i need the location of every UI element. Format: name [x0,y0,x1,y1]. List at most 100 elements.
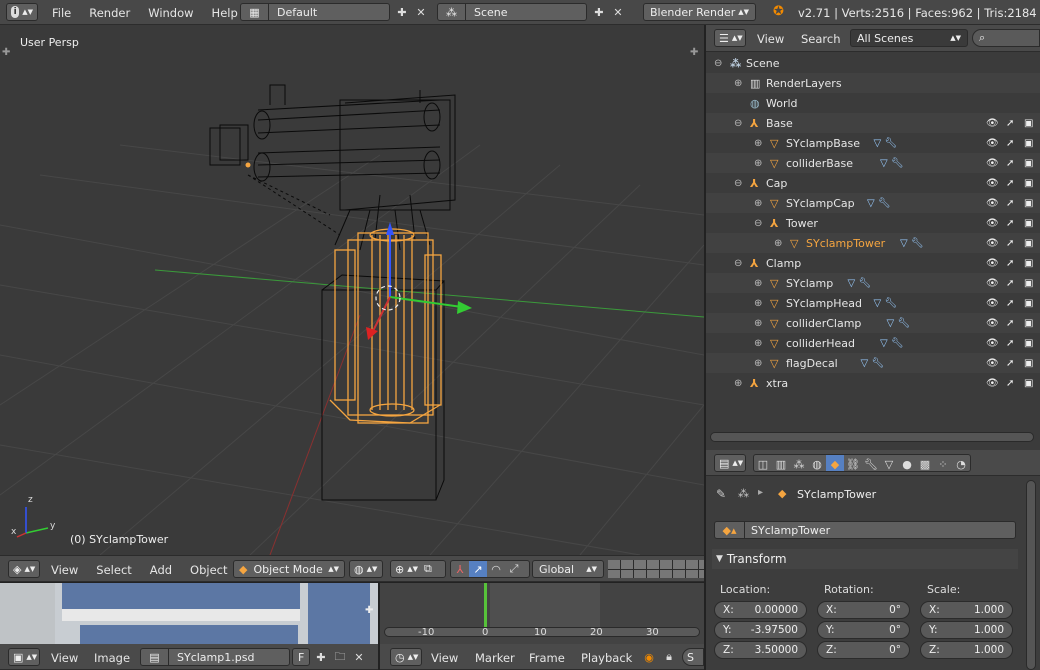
rotation-x-field[interactable]: X: 0° [817,601,910,619]
new-image-button[interactable]: ✚ [312,648,330,666]
current-frame-line[interactable] [484,583,487,627]
render-camera-icon[interactable]: ▣ [1024,158,1033,169]
selectable-cursor-icon[interactable]: ➚ [1006,358,1014,369]
mesh-data-icon[interactable]: ▽ 🔧︎ [887,318,911,329]
expand-icon[interactable]: ⊕ [754,278,762,289]
outliner-item-name[interactable]: colliderHead [786,337,855,350]
outliner-row[interactable]: ⊖ ⅄ Cap 👁︎ ➚ ▣ [706,173,1040,193]
orientation-selector[interactable]: Global ▲▼ [532,560,604,578]
outliner-row[interactable]: ⊕ ⅄ xtra 👁︎ ➚ ▣ [706,373,1040,393]
image-menu-view[interactable]: View [42,651,87,665]
selectable-cursor-icon[interactable]: ➚ [1006,158,1014,169]
selectable-cursor-icon[interactable]: ➚ [1006,238,1014,249]
timeline-menu-view[interactable]: View [422,651,467,665]
mesh-data-icon[interactable]: ▽ 🔧︎ [900,238,924,249]
open-image-button[interactable]: 🗀 [331,648,349,666]
visibility-eye-icon[interactable]: 👁︎ [986,138,999,149]
bottom-area-divider[interactable] [378,582,380,670]
render-camera-icon[interactable]: ▣ [1024,278,1033,289]
layout-name[interactable]: Default [269,6,317,19]
outliner-row[interactable]: ⊕ ▽ colliderBase ▽ 🔧︎ 👁︎ ➚ ▣ [706,153,1040,173]
render-layers-tab-icon[interactable]: ▥ [772,455,790,471]
mesh-data-icon[interactable]: ▽ 🔧︎ [880,338,904,349]
menu-object[interactable]: Object [181,563,236,577]
outliner-item-name[interactable]: Scene [746,57,780,70]
outliner-item-name[interactable]: colliderClamp [786,317,861,330]
selectable-cursor-icon[interactable]: ➚ [1006,198,1014,209]
outliner-item-name[interactable]: xtra [766,377,788,390]
location-y-field[interactable]: Y: -3.97500 [714,621,807,639]
expand-icon[interactable]: ⊕ [754,338,762,349]
outliner-item-name[interactable]: flagDecal [786,357,838,370]
unlink-image-button[interactable]: ✕ [350,648,368,666]
expand-icon[interactable]: ⊕ [774,238,782,249]
properties-tabs[interactable]: ◫ ▥ ⁂ ◍ ◆ ⛓ 🔧︎ ▽ ● ▩ ⁘ ◔ [753,454,971,472]
properties-scrollbar[interactable] [1026,480,1036,670]
3d-viewport[interactable]: User Persp (0) SYclampTower z y x ✚ ✚ [0,25,704,555]
mesh-data-icon[interactable]: ▽ 🔧︎ [861,358,885,369]
timeline-menu-playback[interactable]: Playback [572,651,641,665]
physics-tab-icon[interactable]: ◔ [952,455,970,471]
shading-selector[interactable]: ◍ ▲▼ [349,560,383,578]
outliner-item-name[interactable]: SYclampCap [786,197,855,210]
visibility-eye-icon[interactable]: 👁︎ [986,158,999,169]
mesh-data-icon[interactable]: ▽ 🔧︎ [874,138,898,149]
outliner-item-name[interactable]: Tower [786,217,818,230]
material-tab-icon[interactable]: ● [898,455,916,471]
manipulator-center-icon[interactable]: ⧉ [424,562,432,576]
timeline-menu-marker[interactable]: Marker [466,651,524,665]
outliner-item-name[interactable]: World [766,97,798,110]
editor-type-timeline-button[interactable]: ◷ ▲▼ [390,648,422,666]
selectable-cursor-icon[interactable]: ➚ [1006,118,1014,129]
render-camera-icon[interactable]: ▣ [1024,178,1033,189]
render-camera-icon[interactable]: ▣ [1024,218,1033,229]
outliner-row[interactable]: ◍ World [706,93,1040,113]
editor-type-3d-button[interactable]: ◈ ▲▼ [8,560,40,578]
collapse-icon[interactable]: ⊖ [734,258,742,269]
scene-name[interactable]: Scene [466,6,508,19]
constraints-tab-icon[interactable]: ⛓ [844,455,862,471]
outliner-menu-search[interactable]: Search [792,32,850,46]
outliner-row[interactable]: ⊖ ⁂ Scene [706,53,1040,73]
visibility-eye-icon[interactable]: 👁︎ [986,258,999,269]
outliner-row[interactable]: ⊕ ▽ colliderHead ▽ 🔧︎ 👁︎ ➚ ▣ [706,333,1040,353]
render-camera-icon[interactable]: ▣ [1024,298,1033,309]
area-split-handle[interactable]: ✚ [2,47,10,58]
visibility-eye-icon[interactable]: 👁︎ [986,358,999,369]
outliner-row[interactable]: ⊖ ⅄ Clamp 👁︎ ➚ ▣ [706,253,1040,273]
expand-icon[interactable]: ⊕ [754,198,762,209]
render-camera-icon[interactable]: ▣ [1024,378,1033,389]
outliner-item-name[interactable]: SYclampBase [786,137,860,150]
rotate-icon[interactable]: ◠ [487,561,505,577]
selectable-cursor-icon[interactable]: ➚ [1006,218,1014,229]
area-split-handle[interactable]: ✚ [365,605,373,616]
add-scene-button[interactable]: ✚ [590,3,608,21]
selectable-cursor-icon[interactable]: ➚ [1006,298,1014,309]
outliner-row[interactable]: ⊕ ▽ SYclamp ▽ 🔧︎ 👁︎ ➚ ▣ [706,273,1040,293]
translate-icon[interactable]: ↗ [469,561,487,577]
mesh-data-icon[interactable]: ▽ 🔧︎ [867,198,891,209]
menu-add[interactable]: Add [141,563,181,577]
collapse-icon[interactable]: ⊖ [734,178,742,189]
outliner-tree[interactable]: ⊖ ⁂ Scene ⊕ ▥ RenderLayers ◍ World ⊖ ⅄ Base 👁︎ ➚ ▣ ⊕ ▽ S… [706,52,1040,450]
lock-icon[interactable]: 🔒︎ [660,648,678,666]
expand-icon[interactable]: ⊕ [754,158,762,169]
editor-type-image-button[interactable]: ▣ ▲▼ [8,648,40,666]
visibility-eye-icon[interactable]: 👁︎ [986,238,999,249]
object-tab-icon[interactable]: ◆ [826,455,844,471]
render-camera-icon[interactable]: ▣ [1024,138,1033,149]
editor-type-info-button[interactable]: i ▲▼ [6,3,38,21]
visibility-eye-icon[interactable]: 👁︎ [986,378,999,389]
expand-icon[interactable]: ⊕ [754,318,762,329]
outliner-row[interactable]: ⊕ ▽ SYclampHead ▽ 🔧︎ 👁︎ ➚ ▣ [706,293,1040,313]
visibility-eye-icon[interactable]: 👁︎ [986,318,999,329]
pin-icon[interactable]: ✎ [716,487,726,501]
start-frame-field[interactable]: S [682,648,704,666]
menu-window[interactable]: Window [139,6,202,20]
visibility-eye-icon[interactable]: 👁︎ [986,298,999,309]
world-tab-icon[interactable]: ◍ [808,455,826,471]
render-camera-icon[interactable]: ▣ [1024,338,1033,349]
expand-icon[interactable]: ⊕ [734,78,742,89]
outliner-row[interactable]: ⊕ ▽ SYclampTower ▽ 🔧︎ 👁︎ ➚ ▣ [706,233,1040,253]
outliner-row[interactable]: ⊕ ▽ SYclampCap ▽ 🔧︎ 👁︎ ➚ ▣ [706,193,1040,213]
